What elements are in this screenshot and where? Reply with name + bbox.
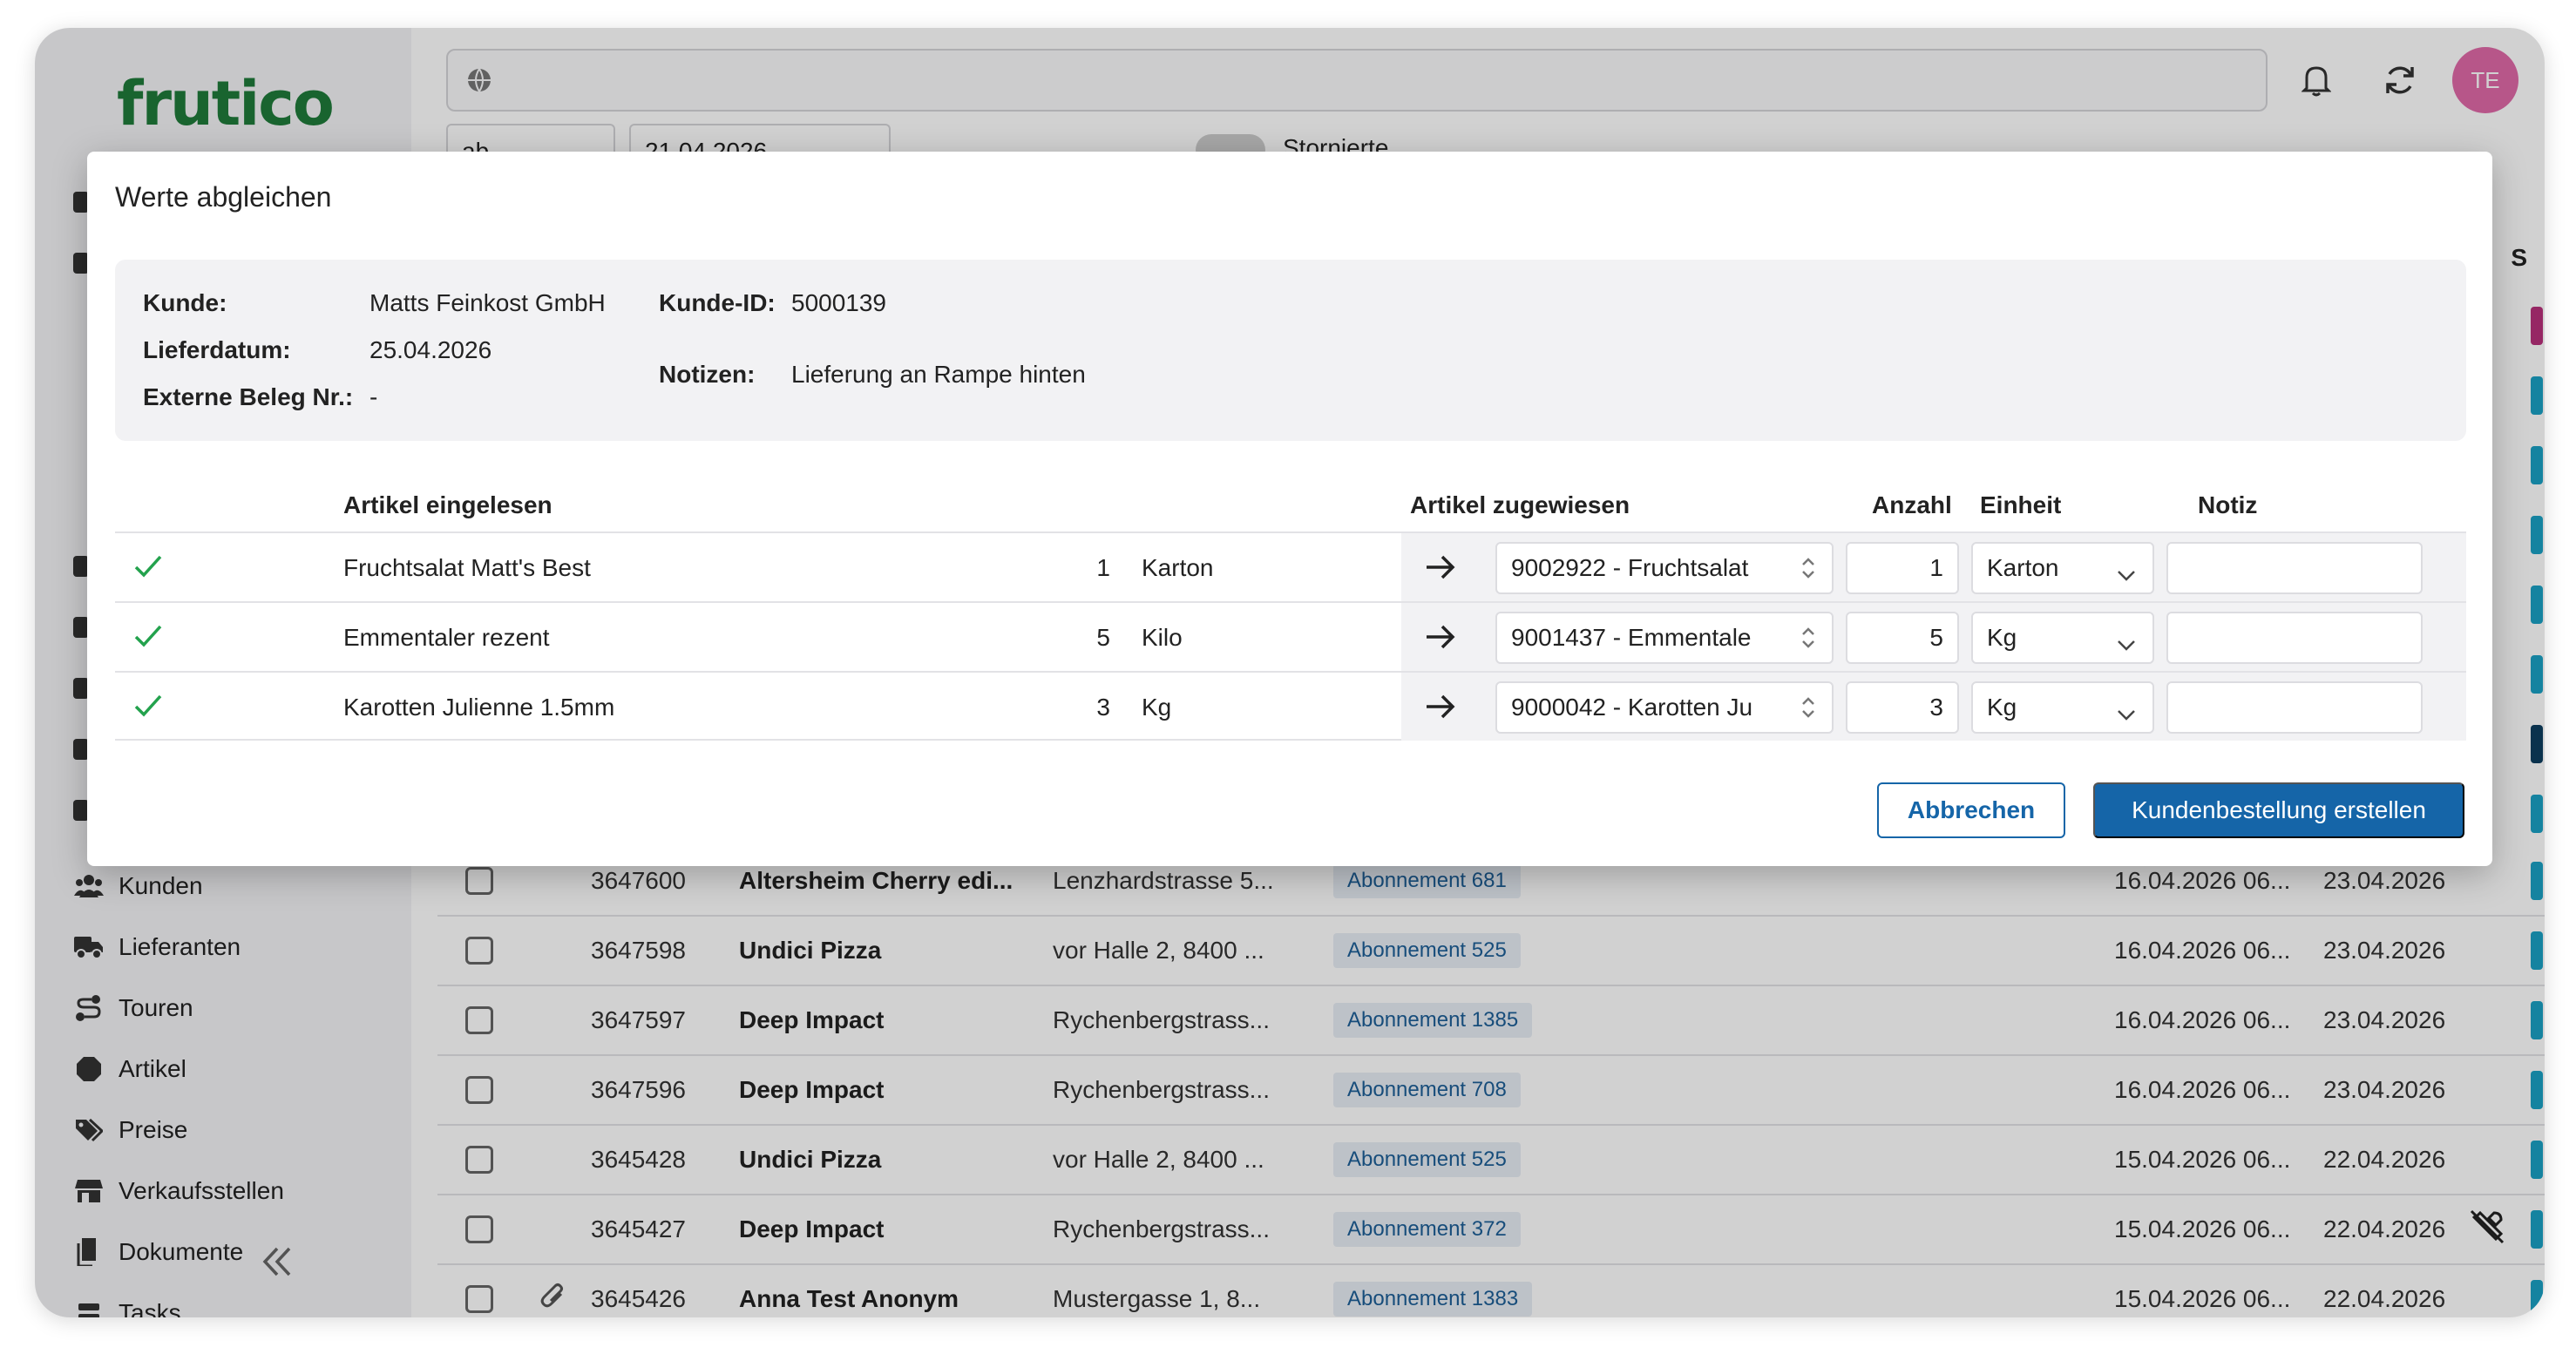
- chevron-down-icon: [2116, 701, 2137, 728]
- assigned-article-value: 9000042 - Karotten Ju: [1511, 694, 1753, 721]
- quantity-input[interactable]: 3: [1846, 681, 1959, 734]
- column-header-read: Artikel eingelesen: [343, 491, 552, 518]
- assigned-article-select[interactable]: 9000042 - Karotten Ju: [1495, 681, 1834, 734]
- customer-label: Kunde:: [143, 289, 227, 316]
- column-header-unit: Einheit: [1980, 491, 2062, 518]
- cancel-button[interactable]: Abbrechen: [1877, 782, 2065, 838]
- arrow-right-icon: [1424, 690, 1457, 728]
- external-doc-label: Externe Beleg Nr.:: [143, 383, 354, 410]
- order-info-box: Kunde: Matts Feinkost GmbH Lieferdatum: …: [115, 260, 2466, 441]
- assigned-article-select[interactable]: 9001437 - Emmentale: [1495, 612, 1834, 664]
- note-input[interactable]: [2166, 681, 2423, 734]
- customer-id-label: Kunde-ID:: [659, 289, 776, 316]
- unit-value: Kg: [1987, 624, 2017, 651]
- column-header-assigned: Artikel zugewiesen: [1410, 491, 1630, 518]
- note-input[interactable]: [2166, 542, 2423, 594]
- arrow-right-icon: [1424, 620, 1457, 658]
- read-article-unit: Kg: [1142, 694, 1172, 721]
- create-order-button[interactable]: Kundenbestellung erstellen: [2093, 782, 2464, 838]
- unit-select[interactable]: Kg: [1971, 681, 2154, 734]
- quantity-input[interactable]: 1: [1846, 542, 1959, 594]
- read-article-name: Emmentaler rezent: [343, 624, 550, 651]
- assigned-article-value: 9001437 - Emmentale: [1511, 624, 1752, 651]
- delivery-date-label: Lieferdatum:: [143, 336, 291, 363]
- read-article-qty: 1: [1096, 554, 1110, 581]
- sort-caret-icon: [1800, 556, 1816, 586]
- quantity-input[interactable]: 5: [1846, 612, 1959, 664]
- customer-id-value: 5000139: [791, 289, 887, 316]
- unit-value: Karton: [1987, 554, 2059, 581]
- sort-caret-icon: [1800, 626, 1816, 656]
- unit-select[interactable]: Karton: [1971, 542, 2154, 594]
- quantity-value: 3: [1929, 694, 1943, 721]
- column-header-qty: Anzahl: [1872, 491, 1952, 518]
- assigned-article-select[interactable]: 9002922 - Fruchtsalat: [1495, 542, 1834, 594]
- customer-value: Matts Feinkost GmbH: [369, 289, 606, 316]
- check-icon: [131, 549, 166, 588]
- match-row: Fruchtsalat Matt's Best 1 Karton 9002922…: [115, 531, 2466, 601]
- external-doc-value: -: [369, 383, 378, 410]
- dialog-title: Werte abgleichen: [115, 181, 332, 213]
- read-article-unit: Karton: [1142, 554, 1214, 581]
- check-icon: [131, 688, 166, 728]
- check-icon: [131, 619, 166, 658]
- chevron-down-icon: [2116, 631, 2137, 659]
- read-article-name: Karotten Julienne 1.5mm: [343, 694, 615, 721]
- arrow-right-icon: [1424, 551, 1457, 588]
- column-header-note: Notiz: [2198, 491, 2258, 518]
- sort-caret-icon: [1800, 695, 1816, 726]
- match-values-dialog: Werte abgleichen Kunde: Matts Feinkost G…: [87, 152, 2492, 866]
- delivery-date-value: 25.04.2026: [369, 336, 492, 363]
- read-article-qty: 5: [1096, 624, 1110, 651]
- notes-value: Lieferung an Rampe hinten: [791, 361, 1086, 388]
- notes-label: Notizen:: [659, 361, 756, 388]
- unit-select[interactable]: Kg: [1971, 612, 2154, 664]
- chevron-down-icon: [2116, 561, 2137, 589]
- quantity-value: 1: [1929, 554, 1943, 581]
- assigned-article-value: 9002922 - Fruchtsalat: [1511, 554, 1749, 581]
- unit-value: Kg: [1987, 694, 2017, 721]
- match-row: Karotten Julienne 1.5mm 3 Kg 9000042 - K…: [115, 671, 2466, 741]
- read-article-name: Fruchtsalat Matt's Best: [343, 554, 591, 581]
- read-article-unit: Kilo: [1142, 624, 1183, 651]
- match-row: Emmentaler rezent 5 Kilo 9001437 - Emmen…: [115, 601, 2466, 671]
- quantity-value: 5: [1929, 624, 1943, 651]
- note-input[interactable]: [2166, 612, 2423, 664]
- read-article-qty: 3: [1096, 694, 1110, 721]
